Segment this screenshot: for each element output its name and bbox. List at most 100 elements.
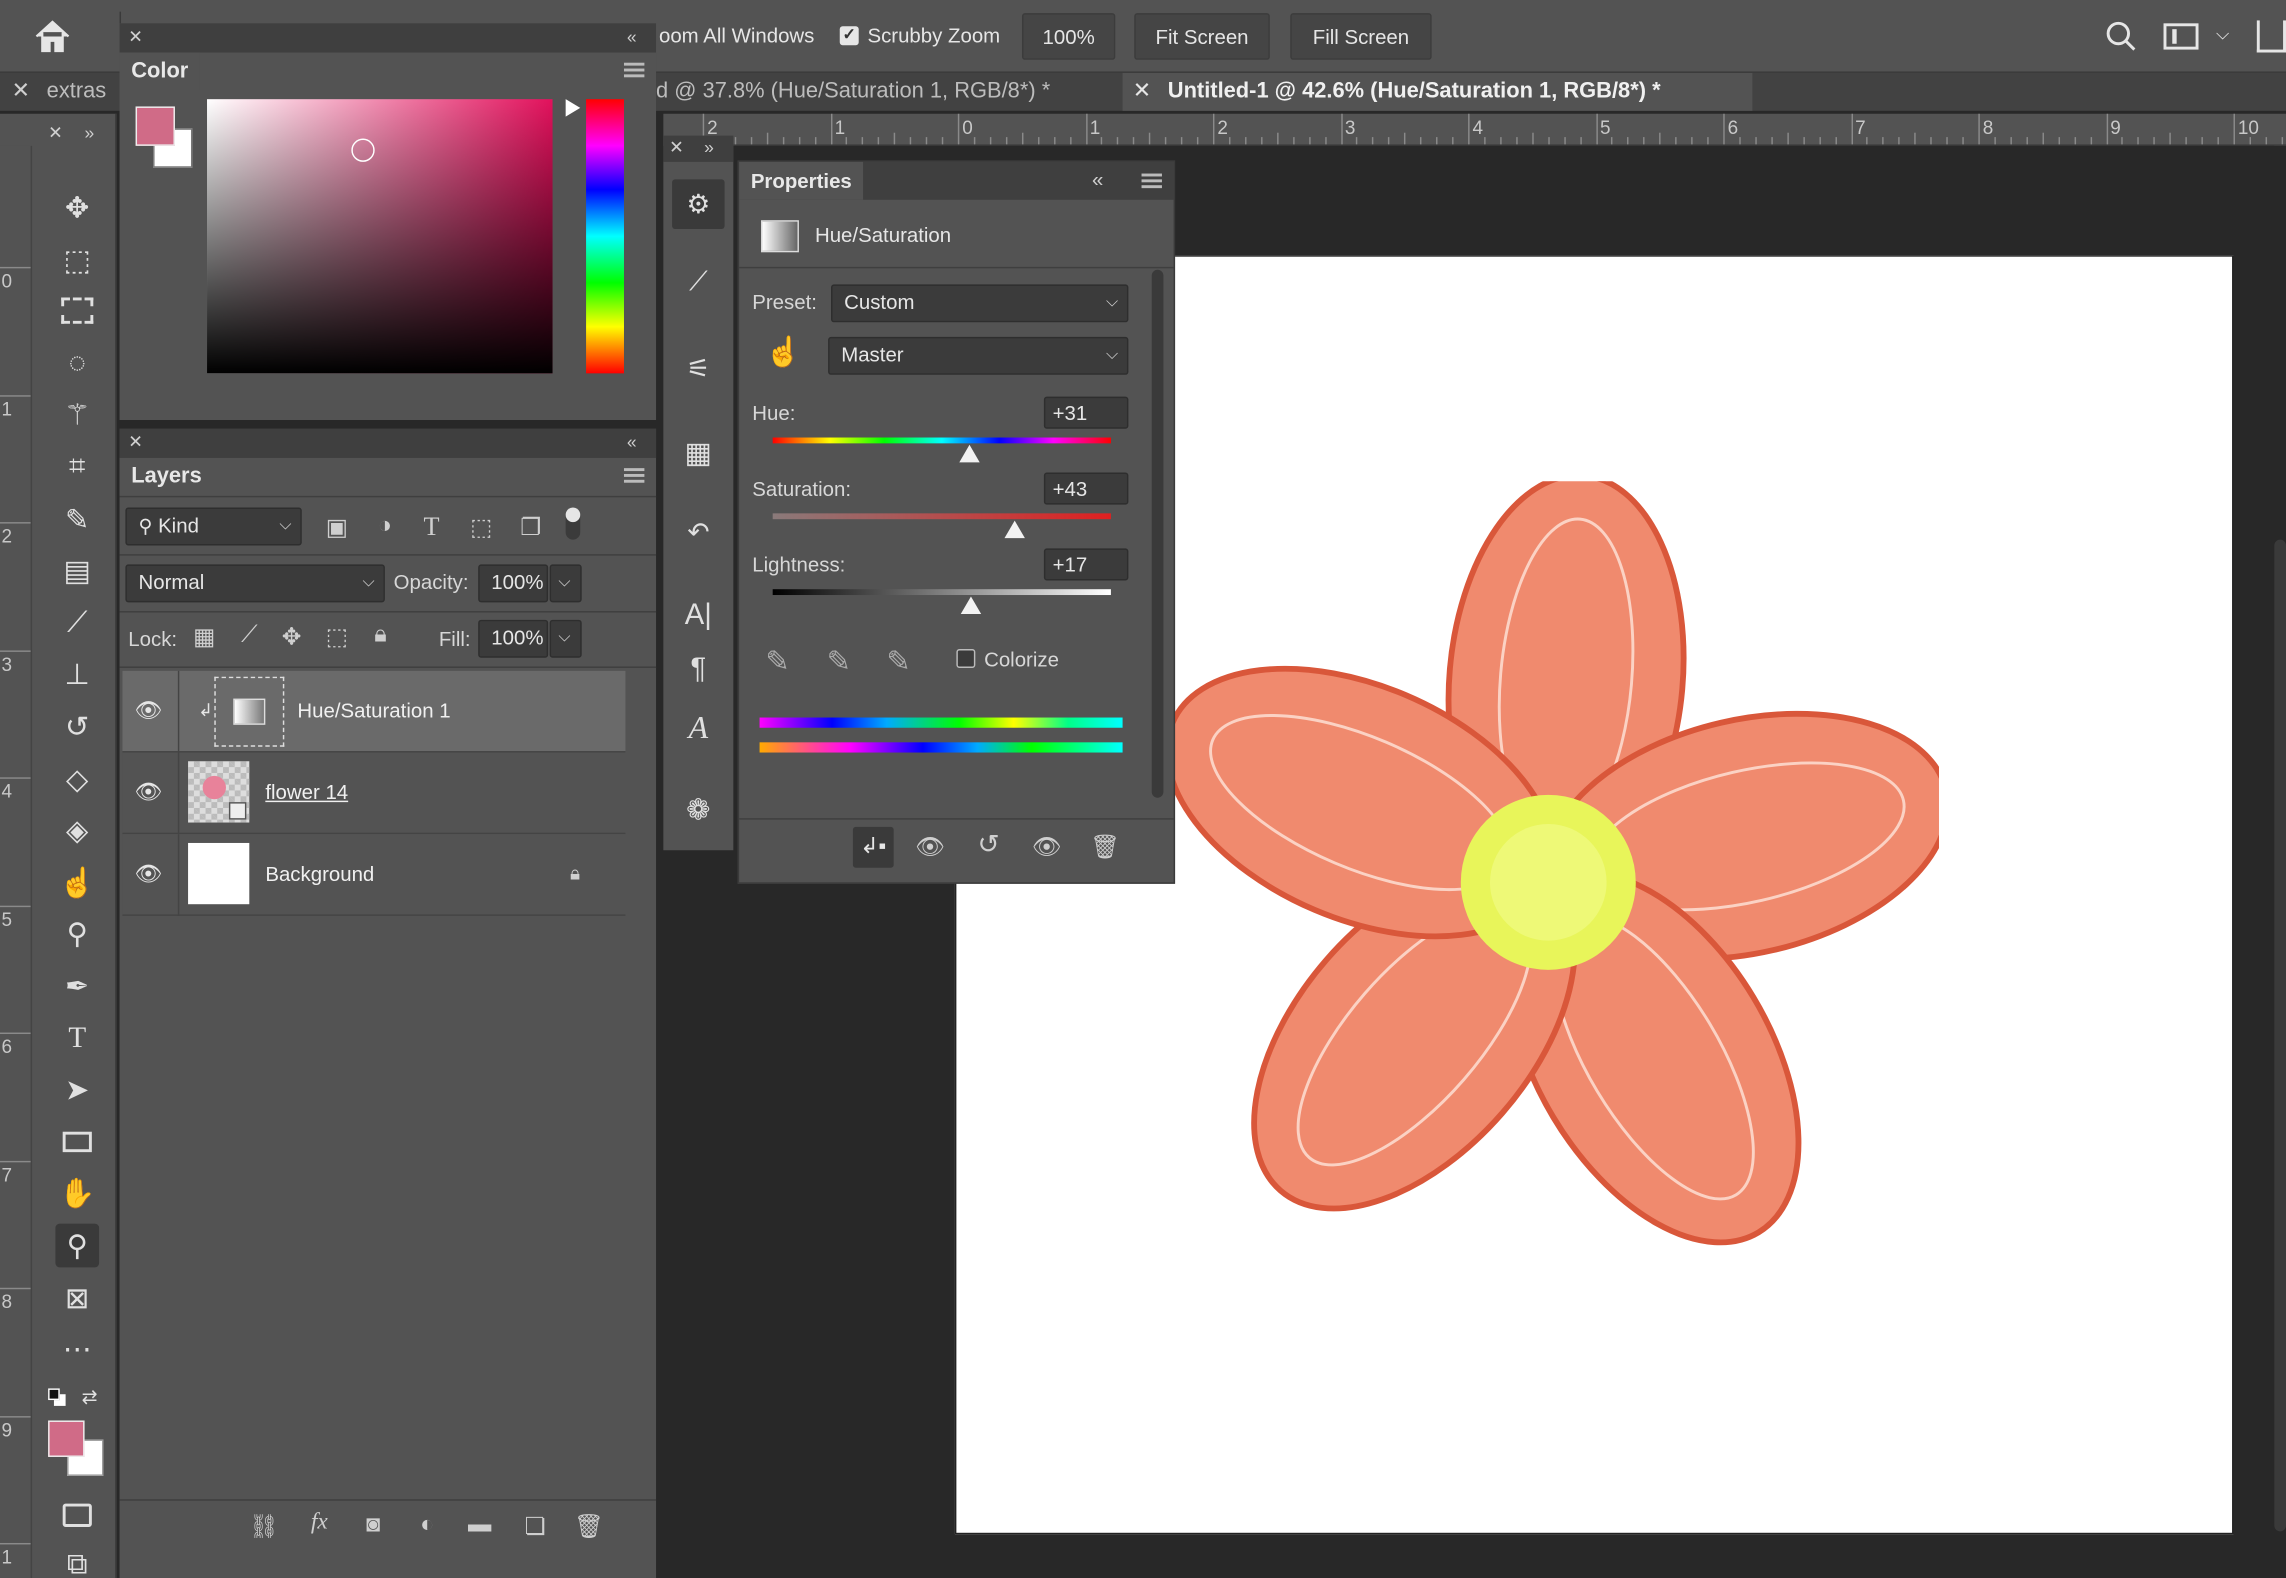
filter-toggle[interactable] xyxy=(565,507,581,540)
hue-marker[interactable] xyxy=(565,99,581,117)
share-icon[interactable] xyxy=(2256,20,2286,53)
close-icon[interactable]: ✕ xyxy=(128,26,143,46)
frame-tool-icon[interactable]: ⊠ xyxy=(55,1276,99,1320)
type-tool-icon[interactable]: T xyxy=(55,1017,99,1061)
hue-value-field[interactable]: +31 xyxy=(1043,396,1129,429)
lock-pixels-icon[interactable]: ⟋ xyxy=(232,623,267,649)
lightness-slider-thumb[interactable] xyxy=(960,596,981,614)
history-icon[interactable]: ↶ xyxy=(672,518,724,562)
reset-icon[interactable]: ↺ xyxy=(971,830,1006,861)
quick-mask-icon[interactable] xyxy=(55,1493,99,1537)
default-colors-icon[interactable] xyxy=(48,1388,66,1406)
fill-field[interactable]: 100% xyxy=(478,619,549,658)
adjustment-filter-icon[interactable]: ◑ xyxy=(367,513,402,539)
adjustments-icon[interactable]: ⚟ xyxy=(672,354,724,398)
close-icon[interactable]: ✕ xyxy=(1133,73,1151,111)
collapse-icon[interactable]: » xyxy=(704,137,714,157)
eyedropper-icon[interactable]: ✎ xyxy=(765,643,789,679)
vertical-scrollbar[interactable] xyxy=(2274,539,2286,1532)
blend-mode-dropdown[interactable]: Normal ⌵ xyxy=(125,564,385,603)
collapse-icon[interactable]: « xyxy=(1092,168,1103,191)
tab-extras[interactable]: extras xyxy=(47,73,107,111)
delete-icon[interactable]: 🗑︎ xyxy=(1088,833,1123,862)
stamp-tool-icon[interactable]: ⊥ xyxy=(55,652,99,696)
visibility-icon[interactable]: 👁︎ xyxy=(1029,833,1064,862)
tab-untitled-1[interactable]: Untitled-1 @ 42.6% (Hue/Saturation 1, RG… xyxy=(1168,73,1661,111)
paragraph-icon[interactable]: ¶ xyxy=(672,653,724,697)
tab-doc-1[interactable]: d @ 37.8% (Hue/Saturation 1, RGB/8*) * xyxy=(656,73,1050,111)
lock-artboard-icon[interactable]: ⬚ xyxy=(319,623,354,652)
channels-icon[interactable]: ❁ xyxy=(672,792,724,836)
color-panel-title[interactable]: Color xyxy=(119,52,200,91)
colorize-label[interactable]: Colorize xyxy=(984,648,1059,671)
smudge-tool-icon[interactable]: ☝ xyxy=(55,860,99,904)
view-previous-icon[interactable]: 👁︎ xyxy=(913,833,948,862)
chevron-down-icon[interactable]: ⌵ xyxy=(2216,23,2229,45)
panel-menu-icon[interactable] xyxy=(1141,173,1162,189)
search-icon[interactable] xyxy=(2105,20,2137,52)
scrubby-zoom-checkbox[interactable]: ✓ xyxy=(839,26,859,46)
adjustment-thumbnail[interactable] xyxy=(214,676,285,747)
screen-mode-icon[interactable]: ⧉ xyxy=(55,1543,99,1578)
lock-position-icon[interactable]: ✥ xyxy=(274,623,309,652)
move-tool-icon[interactable]: ✥ xyxy=(55,185,99,229)
layer-row[interactable]: 👁︎ ↲ Hue/Saturation 1 xyxy=(122,670,626,753)
lasso-tool-icon[interactable]: ◌ xyxy=(55,341,99,385)
add-mask-icon[interactable]: ◙ xyxy=(356,1512,391,1538)
foreground-color-swatch[interactable] xyxy=(48,1420,85,1457)
layer-style-icon[interactable]: fx xyxy=(302,1509,337,1535)
layer-row[interactable]: 👁︎ Background 🔒︎ xyxy=(122,834,626,916)
layer-name[interactable]: Hue/Saturation 1 xyxy=(297,699,450,722)
brush-settings-icon[interactable]: ⟋ xyxy=(672,267,724,311)
layer-name[interactable]: flower 14 xyxy=(265,780,348,803)
saturation-slider-thumb[interactable] xyxy=(1004,520,1025,539)
pen-tool-icon[interactable]: ✒ xyxy=(55,964,99,1008)
workspace-icon[interactable] xyxy=(2163,23,2199,50)
magic-wand-icon[interactable]: ⚚ xyxy=(55,392,99,436)
link-layers-icon[interactable]: ⛓ xyxy=(246,1512,281,1541)
close-icon[interactable]: ✕ xyxy=(48,123,63,143)
artboard-tool-icon[interactable]: ⬚ xyxy=(55,238,99,282)
eyedropper-tool-icon[interactable]: ✎ xyxy=(55,497,99,541)
targeted-adjustment-icon[interactable]: ☝ xyxy=(765,334,801,370)
layer-thumbnail[interactable] xyxy=(188,842,250,905)
swap-colors-icon[interactable]: ⇄ xyxy=(82,1385,98,1408)
panel-menu-icon[interactable] xyxy=(623,62,645,78)
history-brush-icon[interactable]: ↺ xyxy=(55,704,99,748)
pixel-filter-icon[interactable]: ▣ xyxy=(319,513,354,542)
lightness-value-field[interactable]: +17 xyxy=(1043,548,1129,581)
lock-all-icon[interactable]: 🔒︎ xyxy=(363,623,398,649)
shape-filter-icon[interactable]: ⬚ xyxy=(464,513,499,542)
collapse-icon[interactable]: « xyxy=(627,432,637,452)
clip-to-layer-icon[interactable]: ↲▪ xyxy=(852,826,894,868)
zoom-all-windows-label[interactable]: oom All Windows xyxy=(659,23,814,46)
marquee-tool-icon[interactable] xyxy=(55,289,99,333)
eye-icon[interactable]: 👁︎ xyxy=(134,779,163,808)
close-icon[interactable]: ✕ xyxy=(12,73,30,111)
new-group-icon[interactable]: ▬ xyxy=(462,1512,497,1538)
paint-bucket-icon[interactable]: ◈ xyxy=(55,808,99,852)
collapse-icon[interactable]: » xyxy=(85,123,95,143)
dodge-tool-icon[interactable]: ⚲ xyxy=(55,912,99,956)
close-icon[interactable]: ✕ xyxy=(128,432,143,452)
smart-object-filter-icon[interactable]: ❐ xyxy=(513,513,548,542)
eye-icon[interactable]: 👁︎ xyxy=(134,860,163,889)
hue-slider[interactable] xyxy=(586,99,624,374)
opacity-field[interactable]: 100% xyxy=(478,564,549,603)
zoom-tool-icon[interactable]: ⚲ xyxy=(55,1223,100,1268)
layers-panel-title[interactable]: Layers xyxy=(119,457,214,496)
opacity-dropdown[interactable]: ⌵ xyxy=(549,564,582,603)
brush-tool-icon[interactable]: ⟋ xyxy=(55,601,99,645)
eyedropper-minus-icon[interactable]: ✎ xyxy=(886,643,910,679)
preset-dropdown[interactable]: Custom ⌵ xyxy=(831,284,1129,323)
scrubby-zoom-label[interactable]: Scrubby Zoom xyxy=(867,23,1000,46)
glyphs-icon[interactable]: A xyxy=(672,709,724,753)
hand-tool-icon[interactable]: ✋ xyxy=(55,1171,99,1215)
crop-tool-icon[interactable]: ⌗ xyxy=(55,445,99,489)
channel-dropdown[interactable]: Master ⌵ xyxy=(828,336,1129,375)
saturation-slider-track[interactable] xyxy=(772,513,1111,520)
layer-name[interactable]: Background xyxy=(265,862,374,885)
home-icon[interactable] xyxy=(32,18,73,56)
saturation-brightness-field[interactable] xyxy=(207,99,553,374)
layer-row[interactable]: 👁︎ flower 14 xyxy=(122,752,626,835)
